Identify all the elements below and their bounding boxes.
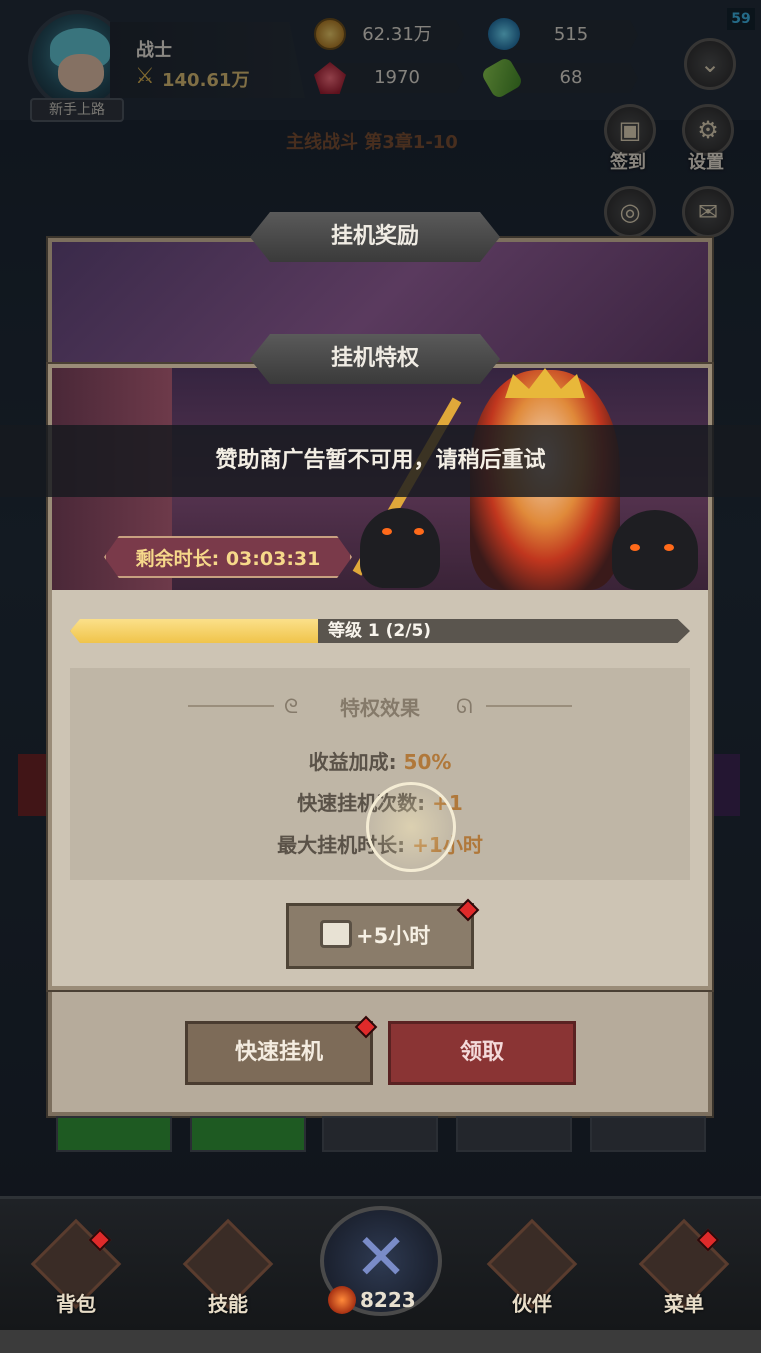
cat-eye bbox=[630, 544, 640, 551]
cat-eye bbox=[664, 544, 674, 551]
nav-item-menu[interactable]: 菜单 bbox=[624, 1288, 744, 1317]
perk-effects-title: 特权效果 bbox=[340, 696, 420, 720]
inventory-slot[interactable] bbox=[190, 1116, 306, 1152]
cat-eye bbox=[414, 528, 424, 535]
claim-button[interactable]: 领取 bbox=[388, 1021, 576, 1085]
watch-ad-label: +5小时 bbox=[356, 924, 431, 948]
idle-perk-title: 挂机特权 bbox=[250, 334, 500, 384]
level-progress-fill bbox=[70, 619, 318, 643]
fire-orb-icon bbox=[328, 1286, 356, 1314]
inventory-slot[interactable] bbox=[56, 1116, 172, 1152]
level-progress-text: 等级 1 (2/5) bbox=[328, 621, 432, 641]
remaining-time-label: 剩余时长: 03:03:31 bbox=[104, 536, 352, 578]
inventory-slot[interactable] bbox=[322, 1116, 438, 1152]
black-cat-art bbox=[612, 510, 698, 590]
black-cat-art bbox=[360, 508, 440, 588]
perk-effect-value: 50% bbox=[403, 750, 452, 774]
quick-idle-button[interactable]: 快速挂机 bbox=[185, 1021, 373, 1085]
nav-item-partners[interactable]: 伙伴 bbox=[472, 1288, 592, 1317]
nav-item-skills[interactable]: 技能 bbox=[168, 1288, 288, 1317]
tv-icon bbox=[320, 920, 352, 948]
idle-reward-title: 挂机奖励 bbox=[250, 212, 500, 262]
system-bar bbox=[0, 1330, 761, 1353]
battle-count: 8223 bbox=[360, 1288, 416, 1312]
inventory-slot[interactable] bbox=[590, 1116, 706, 1152]
perk-effect-row: 收益加成: 50% bbox=[70, 746, 690, 775]
nav-item-bag[interactable]: 背包 bbox=[16, 1288, 136, 1317]
perk-effect-label: 收益加成: bbox=[308, 750, 397, 774]
cat-eye bbox=[382, 528, 392, 535]
inventory-slot[interactable] bbox=[456, 1116, 572, 1152]
touch-indicator bbox=[366, 782, 456, 872]
toast-message: 赞助商广告暂不可用，请稍后重试 bbox=[0, 425, 761, 497]
